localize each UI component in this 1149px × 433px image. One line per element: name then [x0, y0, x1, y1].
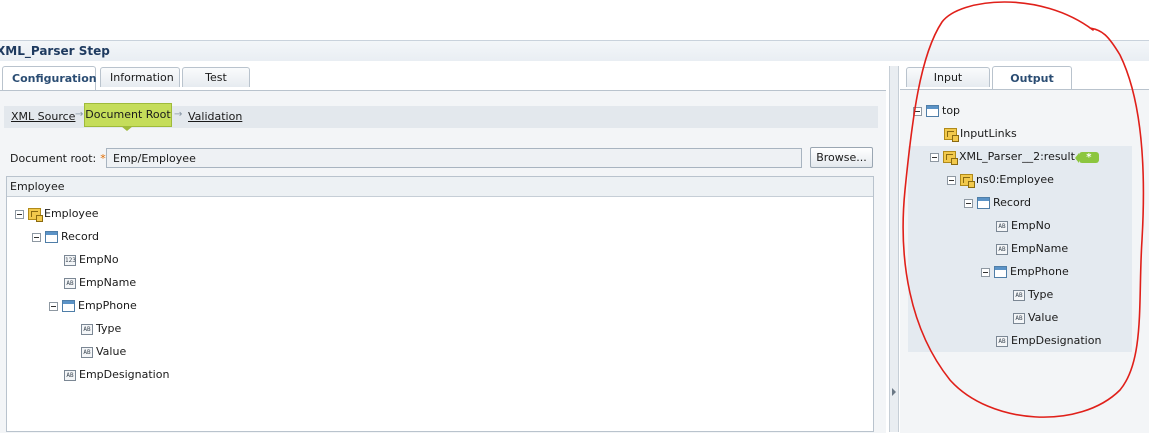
tree-node-empname[interactable]: AB EmpName — [64, 275, 136, 291]
collapse-icon[interactable] — [15, 209, 24, 219]
record-icon — [45, 231, 58, 243]
schema-tree-header: Employee — [7, 177, 873, 197]
tree-node-value[interactable]: AB Value — [81, 344, 126, 360]
string-field-icon: AB — [81, 323, 93, 335]
tree-node-label: EmpPhone — [78, 299, 137, 312]
string-field-icon: AB — [64, 277, 76, 289]
xml-element-icon — [28, 208, 43, 222]
tree-node-record[interactable]: Record — [32, 229, 99, 245]
tab-information[interactable]: Information — [100, 67, 180, 87]
tab-label: Information — [110, 71, 174, 84]
document-root-label-text: Document root: — [10, 152, 97, 165]
collapse-icon[interactable] — [49, 301, 58, 311]
tree-node-label: Record — [61, 230, 100, 243]
breadcrumb-validation[interactable]: Validation — [188, 110, 242, 123]
schema-tree-panel: Employee Employee Record 123 EmpNo AB EmpN… — [6, 176, 874, 432]
tree-node-label: Value — [96, 345, 127, 358]
collapse-icon[interactable] — [32, 232, 41, 242]
tree-node-label: Type — [96, 322, 122, 335]
red-annotation-circle — [902, 1, 1145, 418]
tree-node-employee[interactable]: Employee — [15, 206, 98, 222]
tree-node-empphone[interactable]: EmpPhone — [49, 298, 137, 314]
string-field-icon: AB — [64, 369, 76, 381]
tree-node-empdesignation[interactable]: AB EmpDesignation — [64, 367, 169, 383]
breadcrumb-document-root[interactable]: Document Root — [84, 103, 172, 127]
document-root-input[interactable] — [106, 148, 802, 168]
tree-node-label: Employee — [44, 207, 99, 220]
arrow-right-icon: → — [75, 109, 84, 120]
tab-test-data[interactable]: Test Data — [182, 67, 250, 104]
document-root-label: Document root: * — [10, 152, 106, 165]
string-field-icon: AB — [81, 346, 93, 358]
tree-node-empno[interactable]: 123 EmpNo — [64, 252, 119, 268]
integer-field-icon: 123 — [64, 254, 76, 266]
tree-node-label: EmpDesignation — [79, 368, 170, 381]
breadcrumb-xml-source[interactable]: XML Source — [11, 110, 75, 123]
required-marker: * — [100, 152, 106, 165]
tab-label: Configuration — [12, 72, 97, 85]
tree-node-label: EmpNo — [79, 253, 119, 266]
window-title: XML_Parser Step — [0, 44, 110, 58]
arrow-right-icon: → — [174, 109, 183, 120]
browse-button[interactable]: Browse... — [810, 147, 873, 168]
active-step-pointer — [121, 126, 133, 131]
tree-node-type[interactable]: AB Type — [81, 321, 121, 337]
tab-configuration[interactable]: Configuration — [2, 66, 97, 90]
tree-node-label: EmpName — [79, 276, 137, 289]
record-icon — [62, 300, 75, 312]
